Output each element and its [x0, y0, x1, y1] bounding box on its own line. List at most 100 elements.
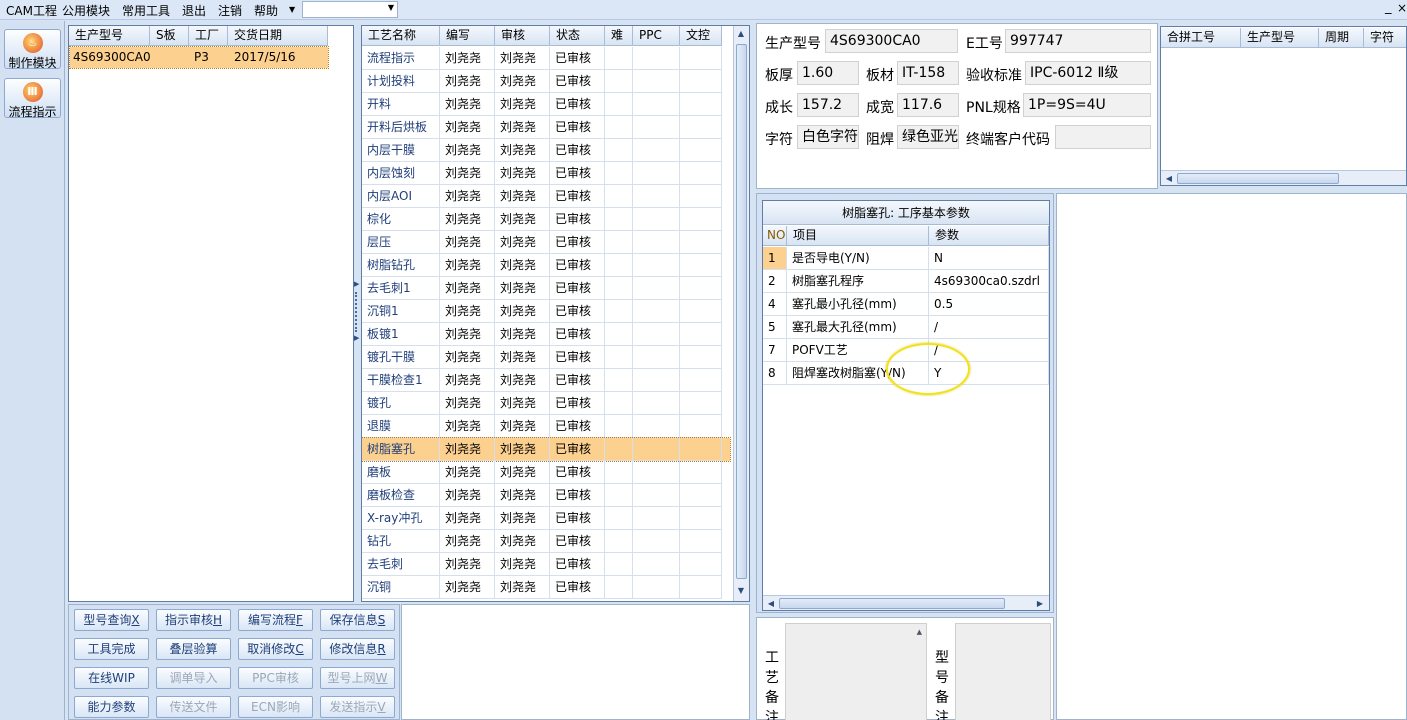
col-header-status[interactable]: 状态 [550, 26, 605, 46]
splitter-handle[interactable]: ▶ ▶ [354, 280, 359, 344]
scroll-thumb[interactable] [1177, 173, 1339, 184]
table-row[interactable]: 4 塞孔最小孔径(mm) 0.5 [763, 293, 1049, 316]
action-button[interactable]: 编写流程F [238, 609, 313, 631]
table-row[interactable]: 退膜 刘尧尧 刘尧尧 已审核 [362, 415, 730, 438]
action-button[interactable]: 型号上网W [320, 667, 395, 689]
col-header-merge-model[interactable]: 生产型号 [1241, 28, 1319, 48]
menu-tools[interactable]: 常用工具 [122, 2, 170, 19]
col-header-factory[interactable]: 工厂 [189, 26, 228, 46]
table-row[interactable]: 板镀1 刘尧尧 刘尧尧 已审核 [362, 323, 730, 346]
action-button[interactable]: 取消修改C [238, 638, 313, 660]
scroll-thumb[interactable] [779, 598, 1005, 609]
table-row[interactable]: 沉铜 刘尧尧 刘尧尧 已审核 [362, 576, 730, 599]
action-button[interactable]: 保存信息S [320, 609, 395, 631]
action-button[interactable]: 能力参数 [74, 696, 149, 718]
col-header-process-name[interactable]: 工艺名称 [362, 26, 440, 46]
customer-field[interactable] [1055, 125, 1151, 149]
params-horizontal-scrollbar[interactable]: ◀ ▶ [763, 595, 1049, 610]
col-header-ppc[interactable]: PPC [633, 26, 680, 46]
process-note-field[interactable]: ▲ [785, 623, 927, 720]
col-header-difficulty[interactable]: 难 [605, 26, 633, 46]
param-value-cell[interactable]: 0.5 [929, 293, 1049, 316]
scroll-up-icon[interactable]: ▲ [917, 628, 922, 636]
action-button[interactable]: 叠层验算 [156, 638, 231, 660]
table-row[interactable]: 层压 刘尧尧 刘尧尧 已审核 [362, 231, 730, 254]
param-value-cell[interactable]: / [929, 316, 1049, 339]
menu-logout[interactable]: 注销 [218, 2, 242, 19]
e-no-field[interactable]: 997747 [1005, 29, 1151, 53]
table-row[interactable]: 磨板检查 刘尧尧 刘尧尧 已审核 [362, 484, 730, 507]
length-field[interactable]: 157.2 [797, 93, 859, 117]
table-row[interactable]: 树脂钻孔 刘尧尧 刘尧尧 已审核 [362, 254, 730, 277]
menu-common-module[interactable]: 公用模块 [62, 2, 110, 19]
menu-combo-box[interactable]: ▼ [302, 1, 398, 18]
pnl-field[interactable]: 1P=9S=4U [1023, 93, 1151, 117]
table-row[interactable]: 2 树脂塞孔程序 4s69300ca0.szdrl [763, 270, 1049, 293]
table-row[interactable]: 棕化 刘尧尧 刘尧尧 已审核 [362, 208, 730, 231]
process-vertical-scrollbar[interactable]: ▲ ▼ [733, 26, 749, 601]
scroll-left-icon[interactable]: ◀ [1162, 174, 1176, 183]
table-row[interactable]: 沉铜1 刘尧尧 刘尧尧 已审核 [362, 300, 730, 323]
param-value-cell[interactable]: N [929, 247, 1049, 270]
flow-guide-button[interactable]: Ⅲ 流程指示 [4, 78, 61, 119]
table-row[interactable]: 干膜检查1 刘尧尧 刘尧尧 已审核 [362, 369, 730, 392]
table-row[interactable]: 镀孔干膜 刘尧尧 刘尧尧 已审核 [362, 346, 730, 369]
merge-horizontal-scrollbar[interactable]: ◀ [1161, 170, 1406, 185]
make-module-button[interactable]: ♨ 制作模块 [4, 29, 61, 70]
menu-cam[interactable]: CAM工程 [6, 2, 57, 19]
thickness-field[interactable]: 1.60 [797, 61, 859, 85]
action-button[interactable]: 型号查询X [74, 609, 149, 631]
table-row[interactable]: 镀孔 刘尧尧 刘尧尧 已审核 [362, 392, 730, 415]
col-header-author[interactable]: 编写 [440, 26, 495, 46]
col-header-s-board[interactable]: S板 [150, 26, 189, 46]
material-field[interactable]: IT-158 [897, 61, 959, 85]
table-row[interactable]: 流程指示 刘尧尧 刘尧尧 已审核 [362, 47, 730, 70]
char-field[interactable]: 白色字符 [797, 125, 859, 149]
table-row[interactable]: 1 是否导电(Y/N) N [763, 247, 1049, 270]
table-row[interactable]: 内层干膜 刘尧尧 刘尧尧 已审核 [362, 139, 730, 162]
table-row[interactable]: 树脂塞孔 刘尧尧 刘尧尧 已审核 [362, 437, 731, 462]
menu-exit[interactable]: 退出 [182, 2, 206, 19]
scroll-thumb[interactable] [736, 44, 747, 579]
col-header-no[interactable]: NO [763, 226, 787, 246]
table-row[interactable]: 内层蚀刻 刘尧尧 刘尧尧 已审核 [362, 162, 730, 185]
minimize-icon[interactable]: _ [1385, 0, 1392, 15]
menu-overflow-icon[interactable]: ▼ [289, 5, 295, 14]
width-field[interactable]: 117.6 [897, 93, 959, 117]
scroll-left-icon[interactable]: ◀ [764, 599, 778, 608]
col-header-doc-control[interactable]: 文控 [680, 26, 722, 46]
action-button[interactable]: 在线WIP [74, 667, 149, 689]
action-button[interactable]: 修改信息R [320, 638, 395, 660]
scroll-up-icon[interactable]: ▲ [734, 29, 748, 38]
action-button[interactable]: 调单导入 [156, 667, 231, 689]
table-row[interactable]: 内层AOI 刘尧尧 刘尧尧 已审核 [362, 185, 730, 208]
col-header-item[interactable]: 项目 [787, 226, 929, 246]
menu-help[interactable]: 帮助 [254, 2, 278, 19]
table-row[interactable]: 4S69300CA0 P3 2017/5/16 [69, 46, 329, 69]
table-row[interactable]: 钻孔 刘尧尧 刘尧尧 已审核 [362, 530, 730, 553]
action-button[interactable]: 传送文件 [156, 696, 231, 718]
mask-field[interactable]: 绿色亚光 [897, 125, 959, 149]
col-header-cycle[interactable]: 周期 [1319, 28, 1364, 48]
close-icon[interactable]: × [1397, 1, 1407, 15]
scroll-down-icon[interactable]: ▼ [734, 586, 748, 595]
action-button[interactable]: 发送指示V [320, 696, 395, 718]
table-row[interactable]: 磨板 刘尧尧 刘尧尧 已审核 [362, 461, 730, 484]
col-header-delivery-date[interactable]: 交货日期 [228, 26, 328, 46]
scroll-right-icon[interactable]: ▶ [1033, 599, 1047, 608]
action-button[interactable]: ECN影响 [238, 696, 313, 718]
col-header-param[interactable]: 参数 [929, 226, 1049, 246]
table-row[interactable]: 5 塞孔最大孔径(mm) / [763, 316, 1049, 339]
standard-field[interactable]: IPC-6012 Ⅱ级 [1025, 61, 1151, 85]
action-button[interactable]: PPC审核 [238, 667, 313, 689]
action-button[interactable]: 工具完成 [74, 638, 149, 660]
table-row[interactable]: 去毛刺 刘尧尧 刘尧尧 已审核 [362, 553, 730, 576]
table-row[interactable]: 计划投料 刘尧尧 刘尧尧 已审核 [362, 70, 730, 93]
table-row[interactable]: 去毛刺1 刘尧尧 刘尧尧 已审核 [362, 277, 730, 300]
model-note-field[interactable] [955, 623, 1051, 720]
col-header-merge-no[interactable]: 合拼工号 [1161, 28, 1241, 48]
table-row[interactable]: X-ray冲孔 刘尧尧 刘尧尧 已审核 [362, 507, 730, 530]
col-header-reviewer[interactable]: 审核 [495, 26, 550, 46]
action-button[interactable]: 指示审核H [156, 609, 231, 631]
table-row[interactable]: 开料后烘板 刘尧尧 刘尧尧 已审核 [362, 116, 730, 139]
